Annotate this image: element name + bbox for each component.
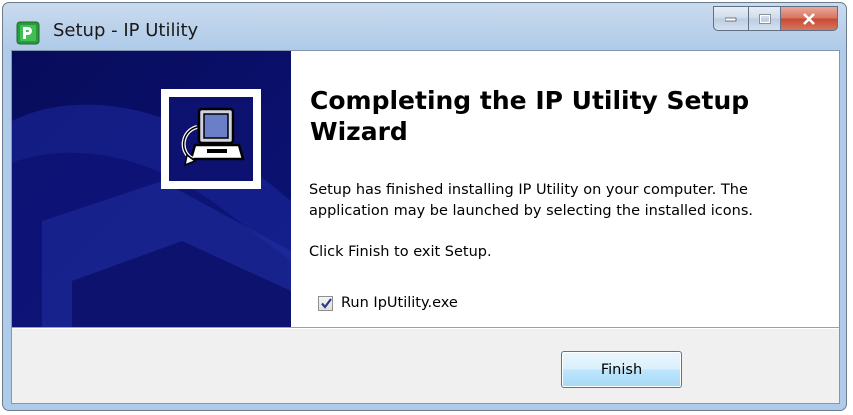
title-bar[interactable]: Setup - IP Utility xyxy=(3,3,846,51)
finish-button[interactable]: Finish xyxy=(561,351,682,388)
divider xyxy=(12,327,839,329)
window-title: Setup - IP Utility xyxy=(53,20,199,41)
wizard-page: Completing the IP Utility Setup Wizard S… xyxy=(11,50,840,404)
setup-app-icon xyxy=(16,21,40,45)
close-icon xyxy=(803,12,815,25)
close-button[interactable] xyxy=(780,6,838,31)
wizard-content: Completing the IP Utility Setup Wizard S… xyxy=(12,51,839,327)
banner-frame xyxy=(161,89,261,189)
finished-message: Setup has finished installing IP Utility… xyxy=(309,182,753,219)
setup-window: Setup - IP Utility Completing the IP Uti… xyxy=(2,2,847,411)
minimize-button[interactable] xyxy=(713,6,748,31)
wizard-sidebar-image xyxy=(12,51,291,327)
run-app-checkbox[interactable] xyxy=(318,295,333,311)
wizard-heading: Completing the IP Utility Setup Wizard xyxy=(310,86,750,146)
computer-install-icon xyxy=(169,97,253,181)
run-app-option[interactable]: Run IpUtility.exe xyxy=(318,295,458,311)
caption-buttons xyxy=(713,6,838,31)
checkmark-icon xyxy=(321,297,332,309)
exit-instruction: Click Finish to exit Setup. xyxy=(309,244,492,260)
minimize-icon xyxy=(725,17,737,21)
maximize-button[interactable] xyxy=(748,6,780,31)
run-app-label[interactable]: Run IpUtility.exe xyxy=(341,295,458,311)
maximize-icon xyxy=(758,13,771,24)
